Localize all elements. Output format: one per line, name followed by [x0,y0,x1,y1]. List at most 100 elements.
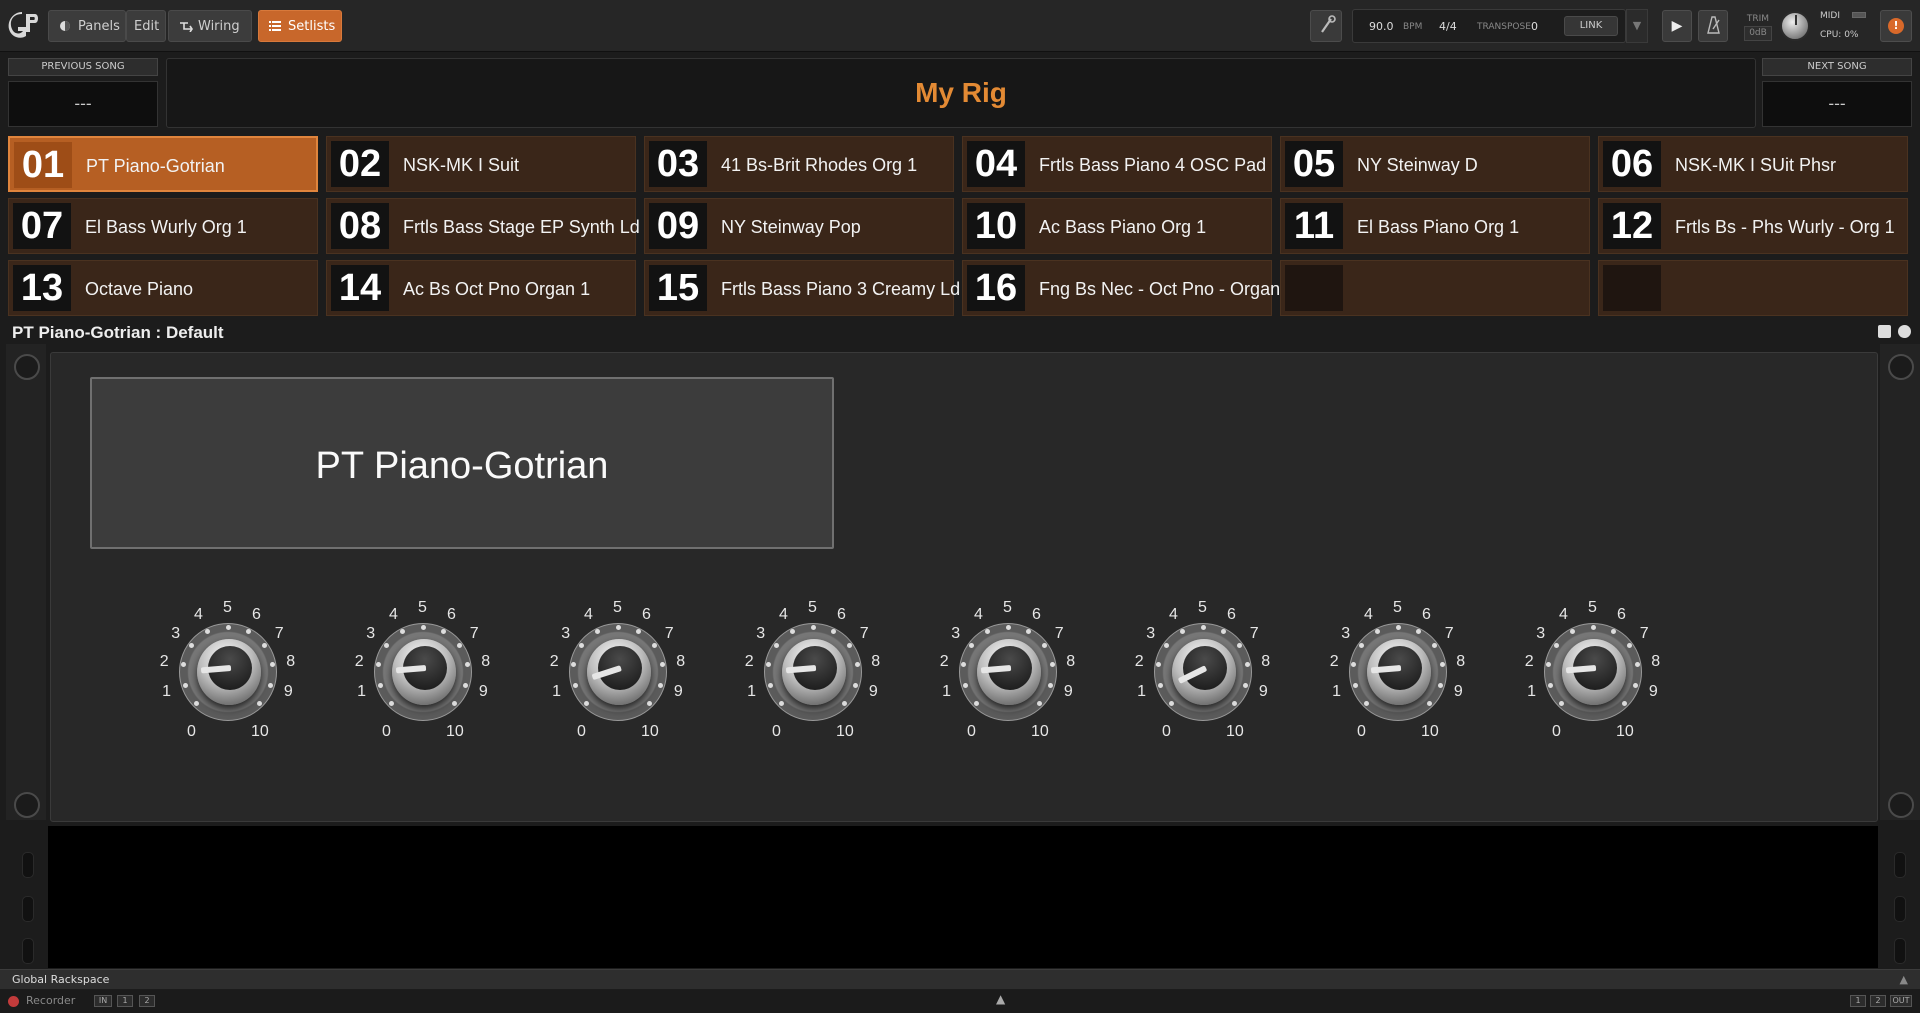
song-number: 08 [331,203,389,249]
alert-button[interactable]: ! [1880,10,1912,42]
knob-scale-label: 5 [1003,599,1012,616]
play-icon: ▶ [1671,18,1683,34]
knob-6[interactable]: 0 1 2 3 4 5 6 7 8 9 10 [1128,599,1278,751]
edit-button[interactable]: Edit [126,10,166,42]
song-tile[interactable]: 09 NY Steinway Pop [644,198,954,254]
knob-scale-label: 3 [756,625,766,643]
list-icon [269,20,281,32]
knob-8[interactable]: 0 1 2 3 4 5 6 7 8 9 10 [1518,599,1668,751]
knob-3[interactable]: 0 1 2 3 4 5 6 7 8 9 10 [543,599,693,751]
song-name: Octave Piano [85,279,194,299]
song-tile[interactable]: 12 Frtls Bs - Phs Wurly - Org 1 [1598,198,1908,254]
knob-scale-label: 2 [939,652,949,670]
panels-button[interactable]: Panels [48,10,126,42]
recorder-input-1-button[interactable]: 1 [117,995,133,1007]
expand-up-icon[interactable]: ▲ [1900,970,1908,989]
rack-screw-icon [14,354,40,380]
knob-scale-label: 3 [171,625,181,643]
knob-scale-label: 2 [1329,652,1339,670]
song-number: 04 [967,141,1025,187]
knob-scale-dot [1236,643,1242,649]
collapse-up-icon[interactable]: ▲ [996,992,1005,1006]
song-number: 01 [14,142,72,188]
knob-scale-label: 4 [1168,605,1178,623]
song-tile[interactable]: 04 Frtls Bass Piano 4 OSC Pad [962,136,1272,192]
knob-scale-label: 0 [772,723,781,740]
recorder-input-2-button[interactable]: 2 [139,995,155,1007]
song-name: Ac Bs Oct Pno Organ 1 [403,279,591,299]
knob-scale-label: 0 [187,723,196,740]
knob-scale-label: 6 [252,605,261,623]
knob-scale-label: 1 [942,682,952,700]
song-tile[interactable]: 13 Octave Piano [8,260,318,316]
tempo-value[interactable]: 90.0 [1369,20,1394,33]
knob-scale-label: 4 [583,605,593,623]
knob-scale-label: 3 [1146,625,1156,643]
rack-slot [22,896,34,922]
knob-1[interactable]: 0 1 2 3 4 5 6 7 8 9 10 [153,599,303,751]
previous-song-button[interactable]: --- [8,81,158,127]
song-tile[interactable]: 06 NSK-MK I SUit Phsr [1598,136,1908,192]
knob-scale-label: 1 [162,682,172,700]
knob-scale-dot [1200,624,1206,630]
output-out-button[interactable]: OUT [1890,995,1912,1007]
output-2-button[interactable]: 2 [1870,995,1886,1007]
settings-wrench-button[interactable] [1310,10,1342,42]
song-tile[interactable]: 05 NY Steinway D [1280,136,1590,192]
rack-slot [22,852,34,878]
panel-label-text: PT Piano-Gotrian [315,445,609,487]
song-tile[interactable]: 16 Fng Bs Nec - Oct Pno - Organ1 [962,260,1290,316]
knob-scale-label: 2 [159,652,169,670]
rackspace-panel: PT Piano-Gotrian 0 1 2 3 4 5 6 7 8 9 10 0 1 2 3 4 5 6 7 8 9 1… [50,352,1878,822]
knob-scale-label: 6 [1617,605,1626,623]
knob-scale-label: 6 [1227,605,1236,623]
song-number: 10 [967,203,1025,249]
play-button[interactable]: ▶ [1662,10,1692,42]
song-tile[interactable]: 15 Frtls Bass Piano 3 Creamy Ld [644,260,960,316]
metronome-button[interactable] [1698,10,1728,42]
trim-knob[interactable] [1780,11,1810,41]
song-tile[interactable]: 11 El Bass Piano Org 1 [1280,198,1590,254]
trim-label: TRIM [1746,14,1770,24]
transpose-value[interactable]: 0 [1531,20,1538,33]
knob-scale-dot [846,643,852,649]
song-tile[interactable]: 07 El Bass Wurly Org 1 [8,198,318,254]
knob-scale-label: 5 [418,599,427,616]
knob-scale-dot [615,624,621,630]
right-rack-rail [1880,344,1920,820]
output-1-button[interactable]: 1 [1850,995,1866,1007]
empty-song-slot[interactable] [1280,260,1590,316]
wiring-button[interactable]: Wiring [168,10,252,42]
panel-options-icon[interactable] [1898,325,1911,338]
knob-4[interactable]: 0 1 2 3 4 5 6 7 8 9 10 [738,599,888,751]
link-button[interactable]: LINK [1564,16,1618,36]
song-tile[interactable]: 03 41 Bs-Brit Rhodes Org 1 [644,136,954,192]
record-icon[interactable] [8,996,19,1007]
recorder-in-button[interactable]: IN [94,995,112,1007]
recorder-label: Recorder [26,994,76,1007]
time-signature[interactable]: 4/4 [1439,20,1457,33]
knob-scale-label: 6 [1422,605,1431,623]
song-tile[interactable]: 01 PT Piano-Gotrian [8,136,318,192]
knob-scale-label: 3 [1341,625,1351,643]
knob-5[interactable]: 0 1 2 3 4 5 6 7 8 9 10 [933,599,1083,751]
trim-value: 0dB [1744,26,1772,41]
song-tile[interactable]: 08 Frtls Bass Stage EP Synth Ld 1 [326,198,655,254]
song-tile[interactable]: 02 NSK-MK I Suit [326,136,636,192]
song-name: Fng Bs Nec - Oct Pno - Organ1 [1039,279,1291,299]
song-tile[interactable]: 10 Ac Bass Piano Org 1 [962,198,1272,254]
save-icon[interactable] [1878,325,1891,338]
rackspace-title: PT Piano-Gotrian : Default [12,323,224,342]
song-number: 05 [1285,141,1343,187]
knob-scale-label: 7 [1249,625,1259,643]
knob-scale-label: 7 [274,625,284,643]
next-song-button[interactable]: --- [1762,81,1912,127]
transport-dropdown-icon[interactable]: ▼ [1626,9,1648,43]
global-rackspace-bar[interactable]: Global Rackspace ▲ [0,969,1920,989]
setlists-button[interactable]: Setlists [258,10,342,42]
cpu-meter: CPU: 0% [1820,30,1859,40]
empty-song-slot[interactable] [1598,260,1908,316]
knob-7[interactable]: 0 1 2 3 4 5 6 7 8 9 10 [1323,599,1473,751]
song-tile[interactable]: 14 Ac Bs Oct Pno Organ 1 [326,260,636,316]
knob-2[interactable]: 0 1 2 3 4 5 6 7 8 9 10 [348,599,498,751]
